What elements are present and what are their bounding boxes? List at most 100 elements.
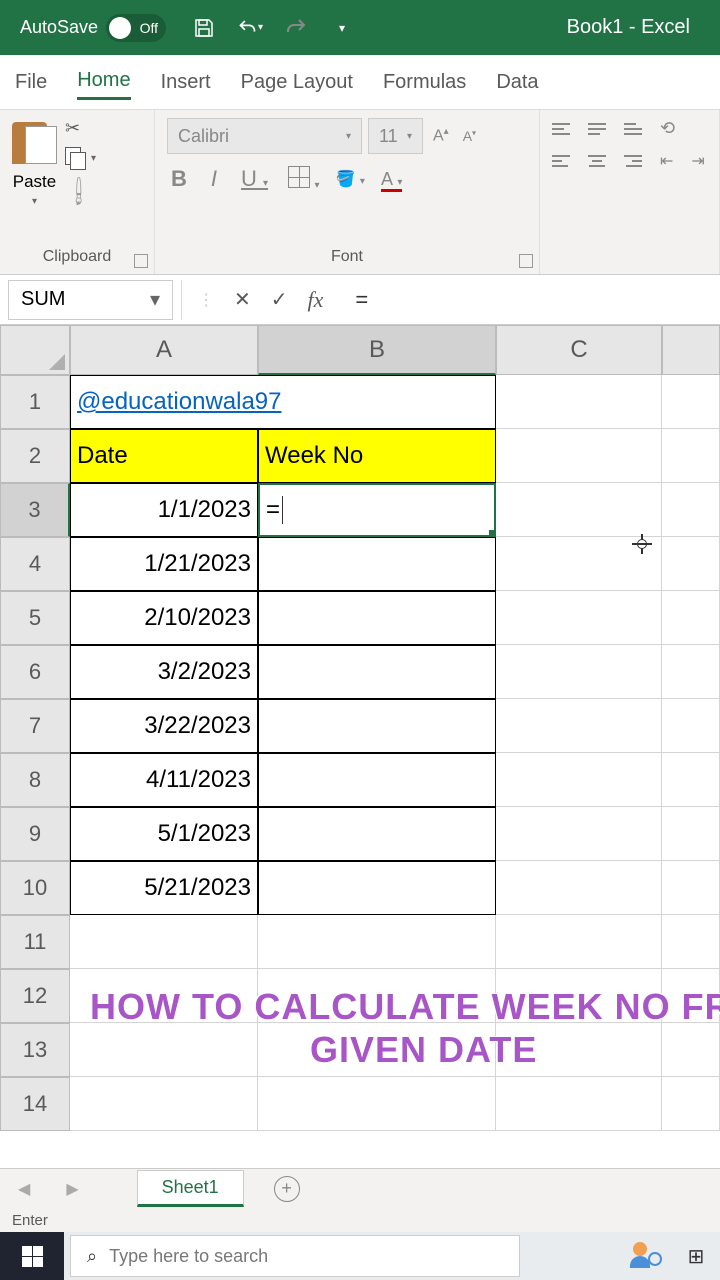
align-bottom-icon[interactable] (624, 123, 642, 135)
cell-date[interactable]: 5/21/2023 (70, 861, 258, 915)
tab-formulas[interactable]: Formulas (383, 66, 466, 99)
cell[interactable] (496, 861, 662, 915)
cut-icon[interactable]: ✂ (65, 118, 96, 139)
cell[interactable] (662, 591, 720, 645)
cell[interactable] (496, 375, 662, 429)
taskbar-search[interactable]: ⌕ Type here to search (70, 1235, 520, 1277)
row-header[interactable]: 14 (0, 1077, 70, 1131)
decrease-font-icon[interactable]: A▾ (459, 124, 480, 148)
increase-indent-icon[interactable]: ⇥ (691, 151, 704, 171)
font-name-combo[interactable]: Calibri▾ (167, 118, 362, 154)
cell-date[interactable]: 2/10/2023 (70, 591, 258, 645)
formula-input[interactable]: = (339, 287, 720, 313)
tab-nav-next-icon[interactable]: ▶ (48, 1179, 96, 1199)
cell[interactable] (258, 753, 496, 807)
cell[interactable] (258, 1077, 496, 1131)
row-header[interactable]: 2 (0, 429, 70, 483)
orientation-icon[interactable]: ⟲ (660, 118, 675, 139)
undo-icon[interactable]: ▾ (237, 15, 263, 41)
copy-button[interactable]: ▾ (65, 147, 96, 169)
paste-button[interactable]: Paste ▾ (12, 118, 57, 207)
cell[interactable] (258, 537, 496, 591)
cell-date[interactable]: 1/1/2023 (70, 483, 258, 537)
cell[interactable] (662, 699, 720, 753)
cell-date[interactable]: 3/22/2023 (70, 699, 258, 753)
cell[interactable] (258, 915, 496, 969)
cell[interactable] (662, 483, 720, 537)
row-header[interactable]: 5 (0, 591, 70, 645)
customize-qat-icon[interactable]: ▾ (329, 15, 355, 41)
start-button[interactable] (0, 1232, 64, 1280)
increase-font-icon[interactable]: A▴ (429, 122, 453, 149)
cell[interactable] (496, 483, 662, 537)
cell[interactable] (496, 591, 662, 645)
row-header[interactable]: 10 (0, 861, 70, 915)
cell[interactable] (662, 915, 720, 969)
cell-date[interactable]: 5/1/2023 (70, 807, 258, 861)
row-header[interactable]: 12 (0, 969, 70, 1023)
font-size-combo[interactable]: 11▾ (368, 118, 423, 154)
italic-button[interactable]: I (207, 164, 221, 194)
cell[interactable] (496, 645, 662, 699)
decrease-indent-icon[interactable]: ⇤ (660, 151, 673, 171)
font-dialog-launcher[interactable] (519, 254, 533, 268)
task-view-icon[interactable]: ⊞ (680, 1240, 712, 1272)
toggle-switch[interactable]: Off (106, 14, 166, 42)
people-search-icon[interactable] (628, 1240, 668, 1272)
cancel-formula-icon[interactable]: ✕ (234, 287, 251, 312)
cell-date[interactable]: 3/2/2023 (70, 645, 258, 699)
sheet-tab-sheet1[interactable]: Sheet1 (137, 1170, 244, 1207)
column-header-b[interactable]: B (258, 325, 496, 375)
cell[interactable] (662, 753, 720, 807)
active-cell-b3[interactable]: = (258, 483, 496, 537)
border-button[interactable]: ▾ (288, 166, 319, 193)
row-header[interactable]: 7 (0, 699, 70, 753)
row-header[interactable]: 11 (0, 915, 70, 969)
name-box[interactable]: SUM ▾ (8, 280, 173, 320)
column-header-c[interactable]: C (496, 325, 662, 375)
row-header[interactable]: 6 (0, 645, 70, 699)
redo-icon[interactable] (283, 15, 309, 41)
align-center-icon[interactable] (588, 155, 606, 167)
row-header[interactable]: 13 (0, 1023, 70, 1077)
cell-a1-link[interactable]: @educationwala97 (70, 375, 496, 429)
cell[interactable] (258, 861, 496, 915)
tab-page-layout[interactable]: Page Layout (241, 66, 353, 99)
cell[interactable] (258, 591, 496, 645)
align-right-icon[interactable] (624, 155, 642, 167)
cell[interactable] (496, 915, 662, 969)
row-header[interactable]: 4 (0, 537, 70, 591)
cell[interactable] (662, 429, 720, 483)
cell[interactable] (496, 753, 662, 807)
cell-b2-header[interactable]: Week No (258, 429, 496, 483)
clipboard-dialog-launcher[interactable] (134, 254, 148, 268)
cell[interactable] (70, 915, 258, 969)
font-color-button[interactable]: A ▾ (381, 169, 403, 190)
cell[interactable] (496, 807, 662, 861)
row-header[interactable]: 8 (0, 753, 70, 807)
cell[interactable] (496, 429, 662, 483)
row-header[interactable]: 1 (0, 375, 70, 429)
cell[interactable] (662, 375, 720, 429)
new-sheet-button[interactable]: + (274, 1176, 300, 1202)
fill-color-button[interactable]: 🪣 ▾ (336, 169, 365, 189)
cell[interactable] (662, 645, 720, 699)
cell[interactable] (662, 807, 720, 861)
row-header[interactable]: 9 (0, 807, 70, 861)
tab-home[interactable]: Home (77, 64, 130, 100)
cell-date[interactable]: 4/11/2023 (70, 753, 258, 807)
tab-nav-prev-icon[interactable]: ◀ (0, 1179, 48, 1199)
cell-a2-header[interactable]: Date (70, 429, 258, 483)
tab-data[interactable]: Data (496, 66, 538, 99)
cell[interactable] (662, 537, 720, 591)
tab-file[interactable]: File (15, 66, 47, 99)
align-top-icon[interactable] (552, 123, 570, 135)
column-header-d[interactable] (662, 325, 720, 375)
cell[interactable] (496, 699, 662, 753)
align-middle-icon[interactable] (588, 123, 606, 135)
cell[interactable] (258, 699, 496, 753)
cell-date[interactable]: 1/21/2023 (70, 537, 258, 591)
column-header-a[interactable]: A (70, 325, 258, 375)
select-all-button[interactable] (0, 325, 70, 375)
format-painter-icon[interactable]: 🖌 (61, 170, 101, 210)
